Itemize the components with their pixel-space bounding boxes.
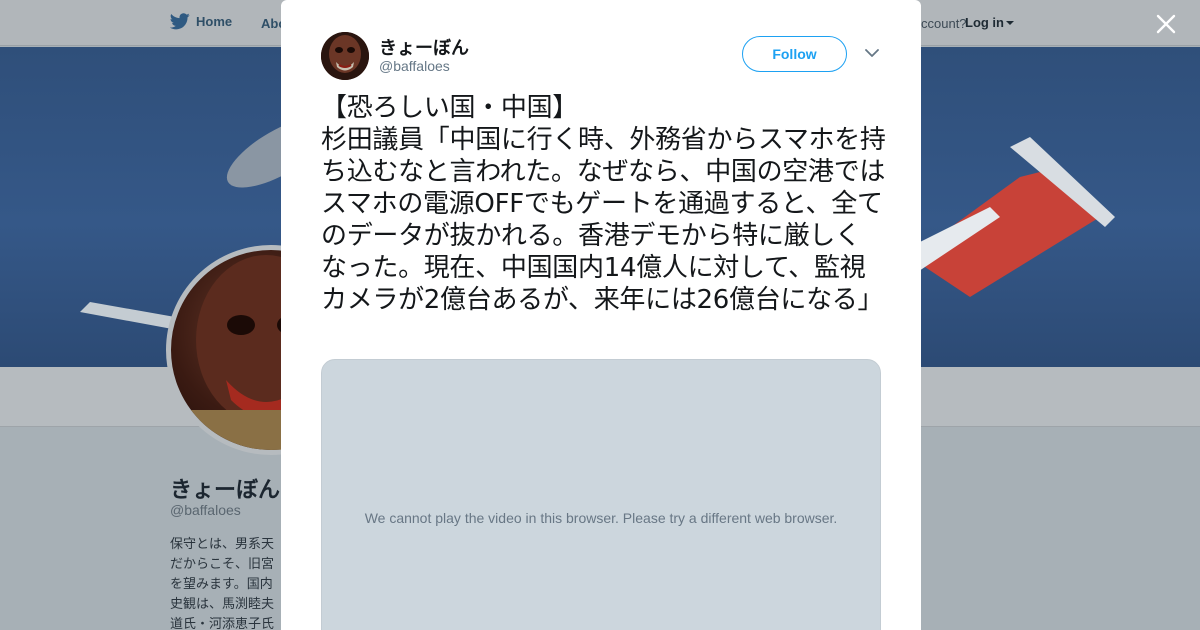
account-prompt: ccount? [921,16,967,31]
author-handle[interactable]: @baffaloes [379,58,450,74]
tweet-text: 【恐ろしい国・中国】 杉田議員「中国に行く時、外務省からスマホを持ち込むなと言わ… [321,93,886,315]
twitter-bird-icon [170,13,190,30]
video-player[interactable]: We cannot play the video in this browser… [321,359,881,630]
follow-button[interactable]: Follow [742,36,847,72]
nav-home-link[interactable]: Home [170,13,232,30]
login-link[interactable]: Log in [965,15,1014,30]
profile-handle: @baffaloes [170,502,241,518]
author-avatar[interactable] [321,32,369,80]
profile-name: きょーぼん [170,477,281,502]
author-avatar-image [321,32,369,80]
author-name[interactable]: きょーぼん [379,34,469,60]
chevron-down-icon[interactable] [865,48,879,58]
jet-image-right [910,137,1115,297]
tweet-modal: きょーぼん @baffaloes Follow 【恐ろしい国・中国】 杉田議員「… [281,0,921,630]
caret-down-icon [1006,21,1014,25]
profile-bio: 保守とは、男系天 だからこそ、旧宮 を望みます。国内 史観は、馬渕睦夫 道氏・河… [170,536,275,630]
close-icon[interactable] [1154,12,1178,36]
login-label: Log in [965,15,1004,30]
video-error-message: We cannot play the video in this browser… [364,510,838,526]
nav-home-label: Home [196,14,233,29]
